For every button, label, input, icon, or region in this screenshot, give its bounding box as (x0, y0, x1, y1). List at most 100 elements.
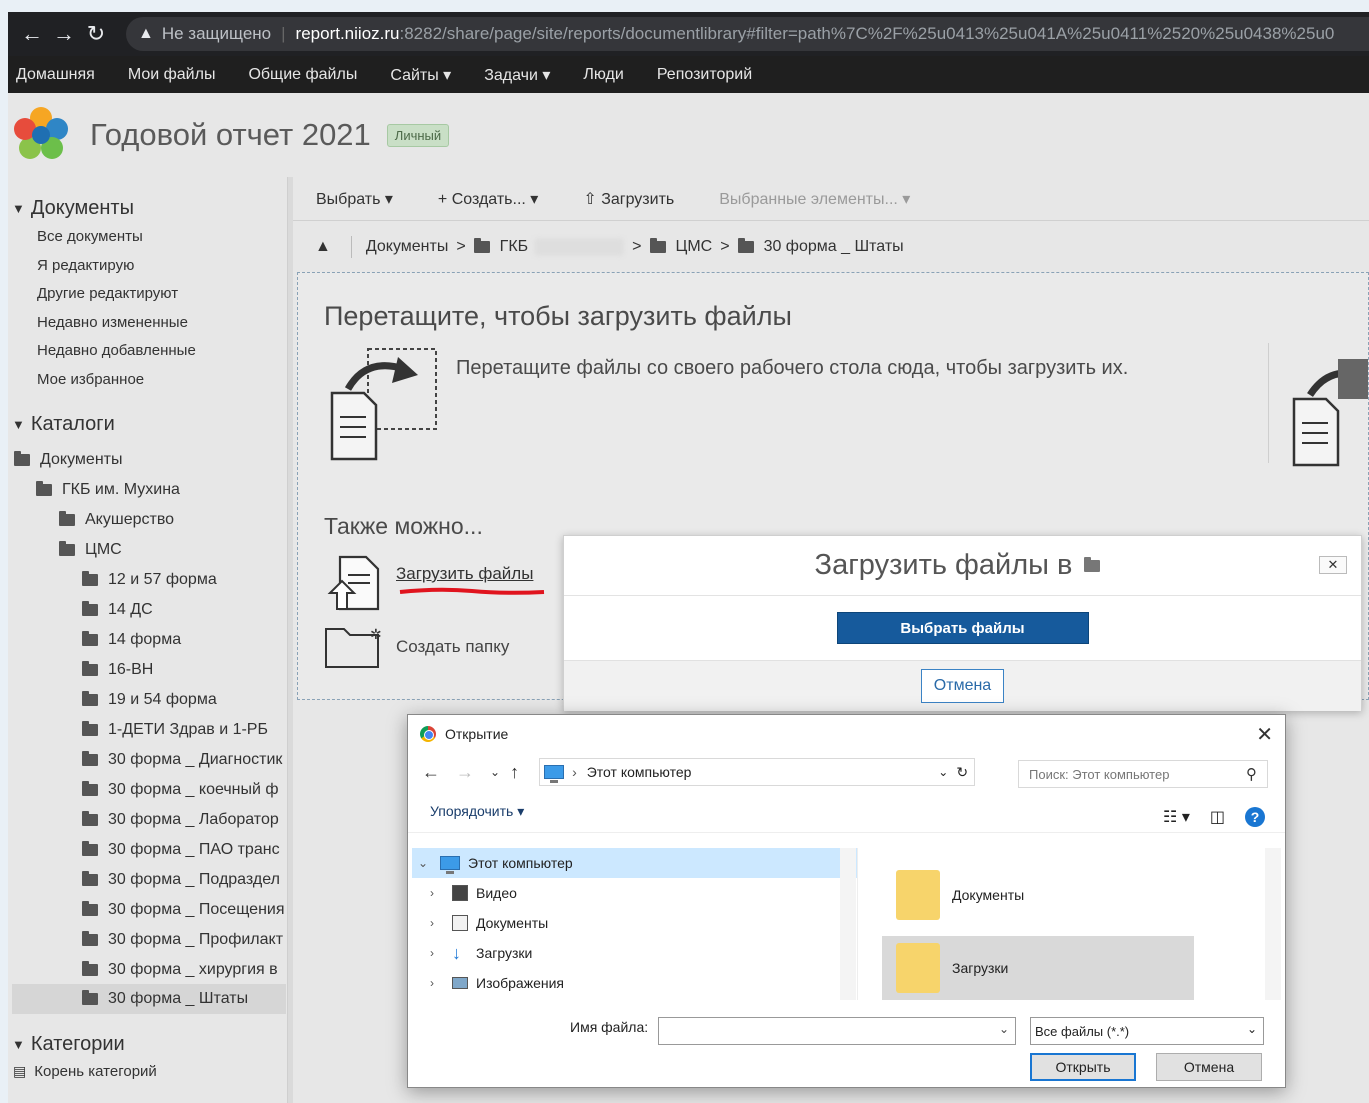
folder-icon (82, 990, 98, 1005)
file-dialog-search[interactable]: Поиск: Этот компьютер ⚲ (1018, 760, 1268, 788)
breadcrumb-gkb[interactable]: ГКБ (500, 238, 528, 256)
red-underline-annotation (399, 587, 545, 595)
nav-documents[interactable]: › Документы (412, 908, 857, 938)
file-dialog-path[interactable]: › Этот компьютер ⌄ ↻ (539, 758, 976, 786)
site-header: Годовой отчет 2021 Личный (8, 93, 1369, 177)
documents-icon (452, 915, 468, 931)
tree-folder[interactable]: 19 и 54 форма (82, 691, 217, 709)
open-button[interactable]: Открыть (1030, 1053, 1136, 1081)
selected-items-menu[interactable]: Выбранные элементы... ▾ (719, 189, 910, 209)
reload-icon[interactable]: ↻ (80, 18, 112, 50)
path-dropdown-icon[interactable]: ⌄ (938, 765, 948, 779)
upload-button[interactable]: ⇧ Загрузить (583, 189, 674, 209)
preview-pane-icon[interactable]: ◫ (1210, 807, 1225, 827)
upload-dialog: Загрузить файлы в ✕ Выбрать файлы Отмена (563, 535, 1362, 711)
refresh-icon[interactable]: ↻ (956, 764, 968, 781)
nav-my-files[interactable]: Мои файлы (128, 66, 216, 84)
tree-folder-selected[interactable]: 30 форма _ Штаты (12, 984, 286, 1014)
folder-up-icon[interactable]: ▲ (315, 238, 331, 256)
tree-folder[interactable]: Акушерство (59, 511, 174, 529)
documents-header[interactable]: ▼ Документы (12, 197, 134, 220)
category-root[interactable]: ▤ Корень категорий (13, 1063, 157, 1080)
address-bar[interactable]: ▲ Не защищено | report.niioz.ru :8282/sh… (126, 17, 1369, 51)
tree-folder[interactable]: 30 форма _ коечный ф (82, 781, 279, 799)
nav-video[interactable]: › Видео (412, 878, 857, 908)
nav-repository[interactable]: Репозиторий (657, 66, 752, 84)
expanded-chevron-icon: ⌄ (418, 856, 429, 870)
tree-folder[interactable]: Документы (14, 451, 122, 469)
dropzone-divider (1268, 343, 1269, 463)
categories-header[interactable]: ▼ Категории (12, 1033, 125, 1056)
file-item-downloads[interactable]: Загрузки (882, 936, 1194, 1000)
nav-downloads[interactable]: › ↓ Загрузки (412, 938, 857, 968)
close-icon[interactable]: ✕ (1256, 722, 1273, 747)
filter-all-documents[interactable]: Все документы (37, 228, 143, 245)
tree-folder[interactable]: 30 форма _ хирургия в (82, 961, 278, 979)
close-icon[interactable]: ✕ (1319, 556, 1347, 574)
upload-files-icon[interactable] (326, 555, 382, 613)
filter-recently-modified[interactable]: Недавно измененные (37, 314, 188, 331)
file-dialog-title-bar: Открытие (408, 715, 1285, 753)
tree-folder[interactable]: ГКБ им. Мухина (36, 481, 180, 499)
nav-home[interactable]: Домашняя (16, 66, 95, 84)
tree-folder[interactable]: 16-ВН (82, 661, 153, 679)
category-root-label: Корень категорий (34, 1063, 157, 1080)
filter-favorites[interactable]: Мое избранное (37, 371, 144, 388)
file-list-scrollbar[interactable] (1265, 848, 1281, 1000)
filter-others-edit[interactable]: Другие редактируют (37, 285, 178, 302)
up-icon[interactable]: ↑ (510, 762, 519, 783)
create-menu-button[interactable]: + Создать... ▾ (438, 189, 538, 209)
upload-cancel-button[interactable]: Отмена (920, 669, 1005, 703)
chevron-right-icon: › (430, 916, 434, 930)
nav-shared-files[interactable]: Общие файлы (248, 66, 357, 84)
breadcrumb-root[interactable]: Документы (366, 238, 448, 256)
categories-header-label: Категории (30, 1033, 125, 1055)
path-label: Этот компьютер (586, 764, 692, 780)
filter-recently-added[interactable]: Недавно добавленные (37, 342, 196, 359)
nav-sites[interactable]: Сайты ▾ (390, 65, 451, 85)
filename-input[interactable]: ⌄ (658, 1017, 1016, 1045)
tree-folder[interactable]: ЦМС (59, 541, 122, 559)
drag-files-icon (330, 348, 437, 461)
view-mode-icon[interactable]: ☷ ▾ (1163, 807, 1190, 827)
chevron-down-icon[interactable]: ⌄ (999, 1022, 1009, 1036)
back-icon[interactable]: ← (422, 762, 440, 783)
forward-icon[interactable]: → (456, 762, 474, 783)
tree-folder[interactable]: 30 форма _ Подраздел (82, 871, 280, 889)
collapse-icon: ▼ (12, 201, 25, 216)
tree-folder[interactable]: 14 форма (82, 631, 181, 649)
nav-tasks[interactable]: Задачи ▾ (484, 65, 550, 85)
breadcrumb-cms[interactable]: ЦМС (676, 238, 713, 256)
cancel-button[interactable]: Отмена (1156, 1053, 1262, 1081)
tree-folder[interactable]: 30 форма _ Лаборатор (82, 811, 279, 829)
back-icon[interactable]: ← (16, 18, 48, 50)
select-menu-button[interactable]: Выбрать ▾ (316, 189, 393, 209)
nav-people[interactable]: Люди (583, 66, 623, 84)
catalogs-header[interactable]: ▼ Каталоги (12, 413, 115, 436)
tree-folder[interactable]: 30 форма _ Профилакт (82, 931, 283, 949)
tree-folder-label: 30 форма _ хирургия в (108, 961, 278, 978)
file-item-documents[interactable]: Документы (896, 870, 1024, 920)
choose-files-button[interactable]: Выбрать файлы (836, 612, 1089, 644)
tree-folder[interactable]: 30 форма _ ПАО транс (82, 841, 280, 859)
tree-folder[interactable]: 30 форма _ Диагностик (82, 751, 282, 769)
help-icon[interactable]: ? (1245, 807, 1265, 827)
create-folder-link[interactable]: Создать папку (396, 637, 509, 657)
sidebar-resize-handle[interactable] (287, 177, 293, 1103)
tree-folder[interactable]: 1-ДЕТИ Здрав и 1-РБ (82, 721, 268, 739)
file-type-value: Все файлы (*.*) (1035, 1023, 1130, 1039)
organize-menu[interactable]: Упорядочить ▾ (408, 791, 1285, 833)
nav-this-pc[interactable]: ⌄ Этот компьютер (412, 848, 857, 878)
filter-i-edit[interactable]: Я редактирую (37, 257, 134, 274)
tree-folder[interactable]: 30 форма _ Посещения (82, 901, 285, 919)
tree-folder[interactable]: 12 и 57 форма (82, 571, 217, 589)
upload-files-link[interactable]: Загрузить файлы (396, 564, 533, 584)
nav-pane-scrollbar[interactable] (840, 848, 856, 1000)
tree-folder[interactable]: 14 ДС (82, 601, 153, 619)
create-folder-icon[interactable]: ✲ (324, 623, 386, 669)
nav-pictures[interactable]: › Изображения (412, 968, 857, 998)
recent-locations-icon[interactable]: ⌄ (490, 765, 500, 779)
site-title: Годовой отчет 2021 (90, 117, 371, 152)
file-type-select[interactable]: Все файлы (*.*) ⌄ (1030, 1017, 1264, 1045)
forward-icon[interactable]: → (48, 18, 80, 50)
